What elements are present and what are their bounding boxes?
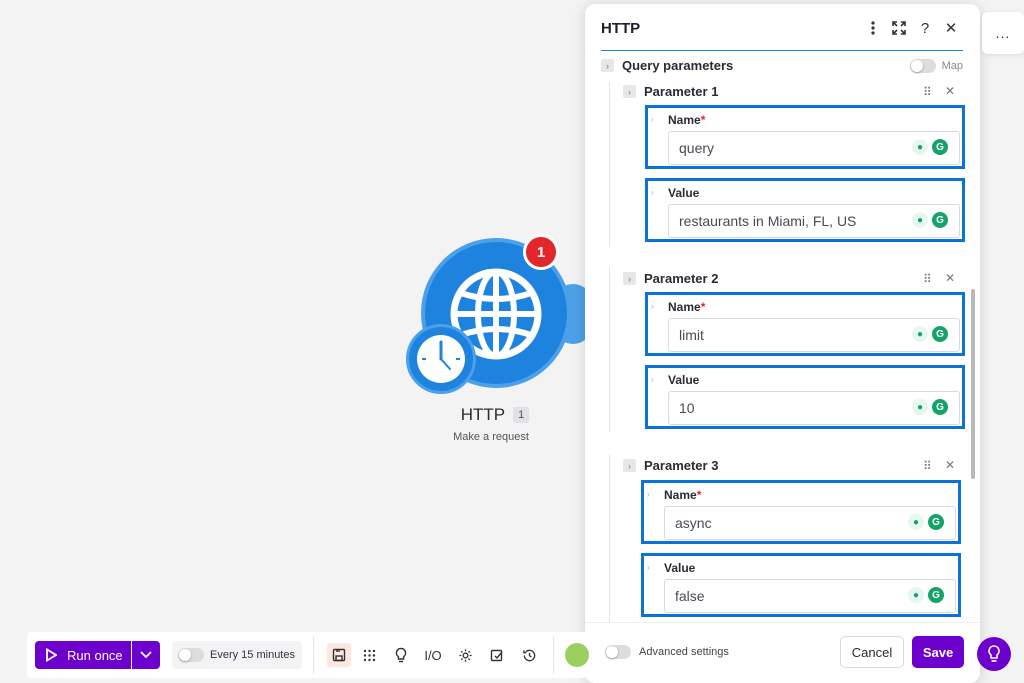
grid-icon[interactable] (357, 643, 381, 667)
grammarly-icon[interactable]: G (932, 399, 948, 415)
parameter-3-name-field: › Name* async ● G (641, 480, 961, 544)
value-label: Value (668, 373, 700, 387)
query-parameters-row: › Query parameters Map (601, 58, 963, 73)
parameter-1-value-field: › Value restaurants in Miami, FL, US ● G (645, 178, 965, 242)
value-label: Value (668, 186, 700, 200)
header-divider (601, 50, 963, 51)
grammarly-icon[interactable]: G (928, 587, 944, 603)
chevron-right-icon[interactable]: › (647, 490, 655, 500)
drag-handle-icon[interactable]: ⠿ (923, 272, 932, 286)
chevron-right-icon[interactable]: › (601, 59, 614, 72)
error-badge: 1 (523, 234, 559, 270)
bulb-icon[interactable]: ● (912, 326, 928, 342)
name-label: Name* (668, 300, 706, 314)
module-name: HTTP (460, 405, 506, 424)
parameter-guide-line (609, 454, 610, 622)
expand-icon[interactable] (886, 15, 912, 41)
bulb-icon (988, 645, 1000, 662)
grammarly-icon[interactable]: G (932, 326, 948, 342)
parameter-3-value-field: › Value false ● G (641, 553, 961, 617)
advanced-settings-row: Advanced settings (605, 645, 729, 659)
cancel-button[interactable]: Cancel (840, 636, 904, 668)
name-label: Name* (668, 113, 706, 127)
chevron-right-icon[interactable]: › (623, 85, 636, 98)
remove-parameter-icon[interactable]: ✕ (945, 271, 955, 285)
module-settings-panel: HTTP ? ✕ › Query parameters Map › Parame… (585, 4, 980, 683)
close-icon[interactable]: ✕ (938, 15, 964, 41)
extension-icon[interactable] (565, 643, 589, 667)
parameter-guide-line (609, 82, 610, 247)
run-options-dropdown[interactable] (132, 641, 160, 669)
parameter-2-header: › Parameter 2 (623, 271, 963, 286)
parameter-1-name-field: › Name* query ● G (645, 105, 965, 169)
panel-scrollbar[interactable] (971, 289, 975, 479)
panel-title: HTTP (601, 19, 641, 37)
advanced-settings-label: Advanced settings (639, 646, 729, 658)
chevron-right-icon[interactable]: › (651, 375, 659, 385)
parameter-3-label: Parameter 3 (644, 458, 719, 473)
parameter-3-header: › Parameter 3 (623, 458, 963, 473)
value-label: Value (664, 561, 696, 575)
remove-parameter-icon[interactable]: ✕ (945, 458, 955, 472)
play-icon (46, 648, 57, 662)
bulb-icon[interactable]: ● (908, 514, 924, 530)
help-bulb-button[interactable] (977, 637, 1011, 671)
parameter-guide-line (609, 267, 610, 432)
io-icon[interactable]: I/O (421, 643, 445, 667)
io-label: I/O (424, 647, 442, 663)
help-icon[interactable]: ? (912, 15, 938, 41)
grammarly-icon[interactable]: G (932, 139, 948, 155)
module-number: 1 (513, 407, 530, 423)
history-icon[interactable] (517, 643, 541, 667)
chevron-right-icon[interactable]: › (651, 302, 659, 312)
run-once-button[interactable]: Run once (35, 641, 131, 669)
panel-footer: Advanced settings Cancel Save (585, 622, 980, 683)
module-title: HTTP 1 (405, 405, 585, 425)
more-options-button[interactable]: ... (982, 12, 1024, 54)
remove-parameter-icon[interactable]: ✕ (945, 84, 955, 98)
parameter-2-label: Parameter 2 (644, 271, 719, 286)
toolbar-divider (553, 636, 554, 674)
bulb-icon[interactable]: ● (912, 139, 928, 155)
chevron-down-icon (140, 651, 152, 659)
bulb-icon[interactable]: ● (912, 212, 928, 228)
module-subtitle: Make a request (453, 431, 529, 443)
name-label: Name* (664, 488, 702, 502)
query-parameters-label: Query parameters (622, 58, 734, 73)
panel-header: HTTP ? ✕ (585, 4, 980, 52)
bulb-icon[interactable]: ● (908, 587, 924, 603)
grammarly-icon[interactable]: G (928, 514, 944, 530)
notes-icon[interactable] (485, 643, 509, 667)
chevron-right-icon[interactable]: › (651, 188, 659, 198)
toolbar-divider (313, 636, 314, 674)
drag-handle-icon[interactable]: ⠿ (923, 459, 932, 473)
parameter-2-name-field: › Name* limit ● G (645, 292, 965, 356)
parameter-1-label: Parameter 1 (644, 84, 719, 99)
grammarly-icon[interactable]: G (932, 212, 948, 228)
map-toggle[interactable] (909, 58, 936, 73)
scenario-toolbar: Run once Every 15 minutes I/O (27, 632, 589, 678)
chevron-right-icon[interactable]: › (623, 272, 636, 285)
parameter-1-header: › Parameter 1 (623, 84, 963, 99)
gear-icon[interactable] (453, 643, 477, 667)
schedule-label: Every 15 minutes (210, 649, 295, 661)
map-label: Map (941, 59, 963, 72)
clock-icon[interactable] (406, 324, 476, 394)
http-module[interactable]: 1 HTTP 1 Make a request (405, 232, 593, 452)
run-once-label: Run once (67, 647, 123, 663)
schedule-control[interactable]: Every 15 minutes (172, 641, 302, 669)
chevron-right-icon[interactable]: › (623, 459, 636, 472)
advanced-settings-toggle[interactable] (605, 645, 631, 659)
drag-handle-icon[interactable]: ⠿ (923, 85, 932, 99)
more-vertical-icon[interactable] (860, 15, 886, 41)
save-button[interactable]: Save (912, 636, 964, 668)
save-icon[interactable] (327, 643, 351, 667)
chevron-right-icon[interactable]: › (647, 563, 655, 573)
panel-body: › Query parameters Map › Parameter 1 ⠿ ✕… (585, 52, 980, 622)
bulb-icon[interactable] (389, 643, 413, 667)
schedule-toggle[interactable] (178, 648, 204, 662)
bulb-icon[interactable]: ● (912, 399, 928, 415)
parameter-2-value-field: › Value 10 ● G (645, 365, 965, 429)
chevron-right-icon[interactable]: › (651, 115, 659, 125)
